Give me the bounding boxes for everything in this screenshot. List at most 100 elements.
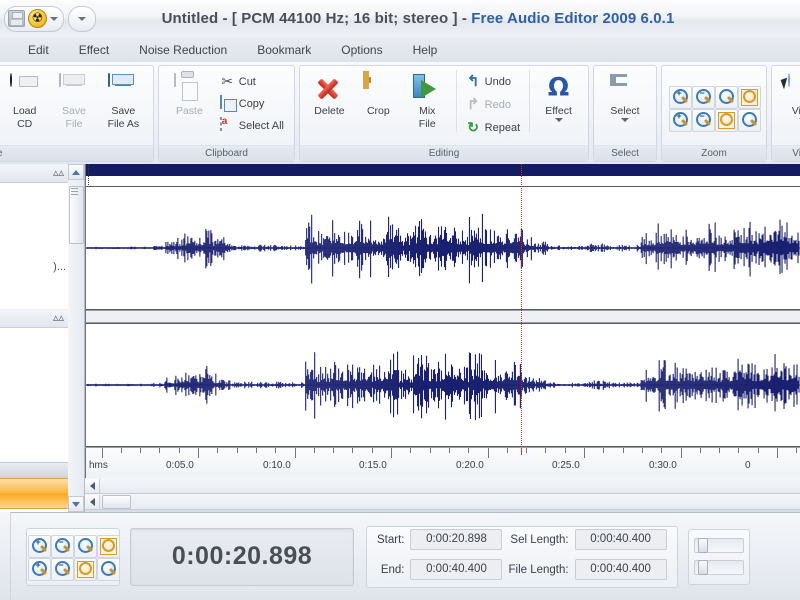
scroll-down-button[interactable] [68, 496, 84, 512]
menu-bookmark[interactable]: Bookmark [245, 40, 323, 60]
select-tool-button[interactable]: Select [599, 70, 651, 125]
ruler-tick-label: 0:25.0 [552, 460, 580, 471]
zoom-vertical-in-icon[interactable]: + [28, 557, 51, 581]
zoom-normal-icon[interactable] [738, 108, 761, 132]
zoom-in-icon[interactable]: + [669, 85, 692, 109]
zoom-normal-icon[interactable] [97, 557, 120, 581]
undo-button[interactable]: ↰ Undo [461, 71, 525, 92]
zoom-full-icon[interactable] [738, 85, 761, 109]
zoom-vertical-in-icon[interactable]: + [669, 108, 692, 132]
ruler-tick-label: 0 [745, 460, 751, 471]
copy-icon [219, 95, 235, 111]
menu-edit[interactable]: Edit [16, 40, 61, 60]
scrollbar-thumb[interactable] [102, 494, 131, 509]
zoom-out-icon[interactable]: − [692, 85, 715, 109]
ruler-tick-label: 0:10.0 [263, 460, 291, 471]
selection-bar[interactable] [86, 164, 800, 176]
menu-help[interactable]: Help [401, 40, 450, 60]
sidebar-panel-2-header[interactable]: ▵▵ [0, 309, 68, 328]
waveform-area[interactable] [85, 164, 800, 447]
title-product: Free Audio Editor 2009 6.0.1 [471, 10, 675, 27]
save-file-as-button[interactable]: Save File As [99, 70, 148, 133]
select-all-icon [219, 117, 235, 133]
sidebar-highlight-bar[interactable] [0, 478, 68, 509]
load-cd-button[interactable]: Load CD [0, 70, 49, 133]
scroll-left-button[interactable] [85, 478, 100, 493]
zoom-in-icon[interactable]: + [28, 534, 51, 558]
mix-file-label-2: File [418, 118, 436, 130]
chevron-up-icon[interactable]: ▵▵ [53, 313, 64, 324]
zoom-fit-vertical-icon[interactable] [715, 108, 738, 132]
load-cd-label-1: Load [12, 105, 37, 117]
zoom-selection-icon[interactable] [74, 534, 97, 558]
repeat-button[interactable]: ↻ Repeat [461, 117, 525, 138]
waveform-channel-left[interactable] [86, 186, 800, 310]
view-label: View [791, 105, 800, 117]
view-button[interactable]: View [777, 70, 800, 125]
chevron-down-icon[interactable] [621, 118, 629, 122]
save-icon[interactable] [8, 10, 25, 27]
scroll-left-button[interactable] [85, 494, 100, 509]
scrollbar-grip [71, 188, 78, 195]
balance-slider-thumb[interactable] [697, 560, 708, 575]
zoom-full-icon[interactable] [97, 534, 120, 558]
balance-slider[interactable] [693, 560, 744, 575]
copy-button[interactable]: Copy [215, 93, 289, 114]
triangle-left-icon [89, 481, 95, 490]
left-sidebar: ▵▵ )... ▵▵ [0, 164, 69, 512]
redo-icon: ↱ [466, 96, 480, 113]
menu-effect[interactable]: Effect [67, 40, 121, 60]
status-zoom-grid: + − + − [26, 533, 120, 581]
paste-icon [174, 73, 204, 104]
menu-options[interactable]: Options [329, 40, 394, 60]
save-file-as-label-2: File As [107, 118, 140, 130]
sidebar-panel-2-body [0, 328, 68, 473]
start-value[interactable]: 0:00:20.898 [410, 529, 503, 550]
paste-label: Paste [175, 105, 203, 117]
chevron-up-icon[interactable]: ▵▵ [53, 168, 64, 179]
copy-label: Copy [238, 97, 265, 110]
floppy-disabled-icon [58, 73, 89, 104]
chevron-down-icon[interactable] [554, 118, 563, 122]
waveform-channel-right[interactable] [86, 323, 800, 447]
volume-slider-thumb[interactable] [697, 538, 708, 553]
zoom-out-icon[interactable]: − [51, 534, 74, 558]
customize-quick-access-button[interactable] [68, 5, 96, 32]
sidebar-scrollbar[interactable] [68, 164, 85, 512]
floppy-icon [108, 73, 138, 104]
paste-button[interactable]: Paste [164, 70, 215, 120]
menu-noise-reduction[interactable]: Noise Reduction [127, 40, 239, 60]
select-all-button[interactable]: Select All [215, 115, 289, 136]
zoom-vertical-out-icon[interactable]: − [51, 557, 74, 581]
app-radiation-icon[interactable] [28, 9, 47, 28]
time-ruler[interactable]: hms 0:05.0 0:10.0 0:15.0 0:20.0 0:25.0 0… [85, 447, 800, 480]
cut-button[interactable]: ✂ Cut [215, 71, 289, 92]
ribbon-group-file-title: e [0, 145, 153, 161]
sidebar-panel-1-body: )... [0, 183, 68, 309]
effect-label: Effect [545, 105, 572, 117]
zoom-selection-icon[interactable] [715, 85, 738, 109]
save-file-button[interactable]: Save File [49, 70, 98, 133]
redo-button[interactable]: ↱ Redo [461, 94, 525, 115]
zoom-fit-vertical-icon[interactable] [74, 557, 97, 581]
zoom-vertical-out-icon[interactable]: − [692, 108, 715, 132]
file-length-value[interactable]: 0:00:40.400 [574, 559, 667, 580]
playhead-cursor[interactable] [521, 164, 522, 447]
zoom-button-grid: + − + − [667, 84, 761, 132]
horizontal-scrollbar-top[interactable] [85, 478, 800, 494]
horizontal-scrollbar-bottom[interactable] [85, 494, 800, 510]
sel-length-value[interactable]: 0:00:40.400 [574, 529, 667, 550]
title-bar: Untitled - [ PCM 44100 Hz; 16 bit; stere… [0, 0, 800, 38]
scroll-up-button[interactable] [68, 164, 84, 180]
mix-file-button[interactable]: Mix File [403, 70, 452, 133]
audio-editor-window: Untitled - [ PCM 44100 Hz; 16 bit; stere… [0, 0, 800, 600]
sidebar-panel-1-header[interactable]: ▵▵ [0, 164, 68, 183]
crop-button[interactable]: Crop [354, 70, 403, 120]
sidebar-truncated-text: )... [53, 261, 66, 273]
undo-icon: ↰ [466, 73, 480, 90]
end-value[interactable]: 0:00:40.400 [410, 559, 503, 580]
chevron-down-icon[interactable] [50, 16, 58, 21]
delete-button[interactable]: Delete [305, 70, 354, 120]
effect-button[interactable]: Ω Effect [534, 70, 583, 125]
volume-slider[interactable] [693, 538, 744, 553]
